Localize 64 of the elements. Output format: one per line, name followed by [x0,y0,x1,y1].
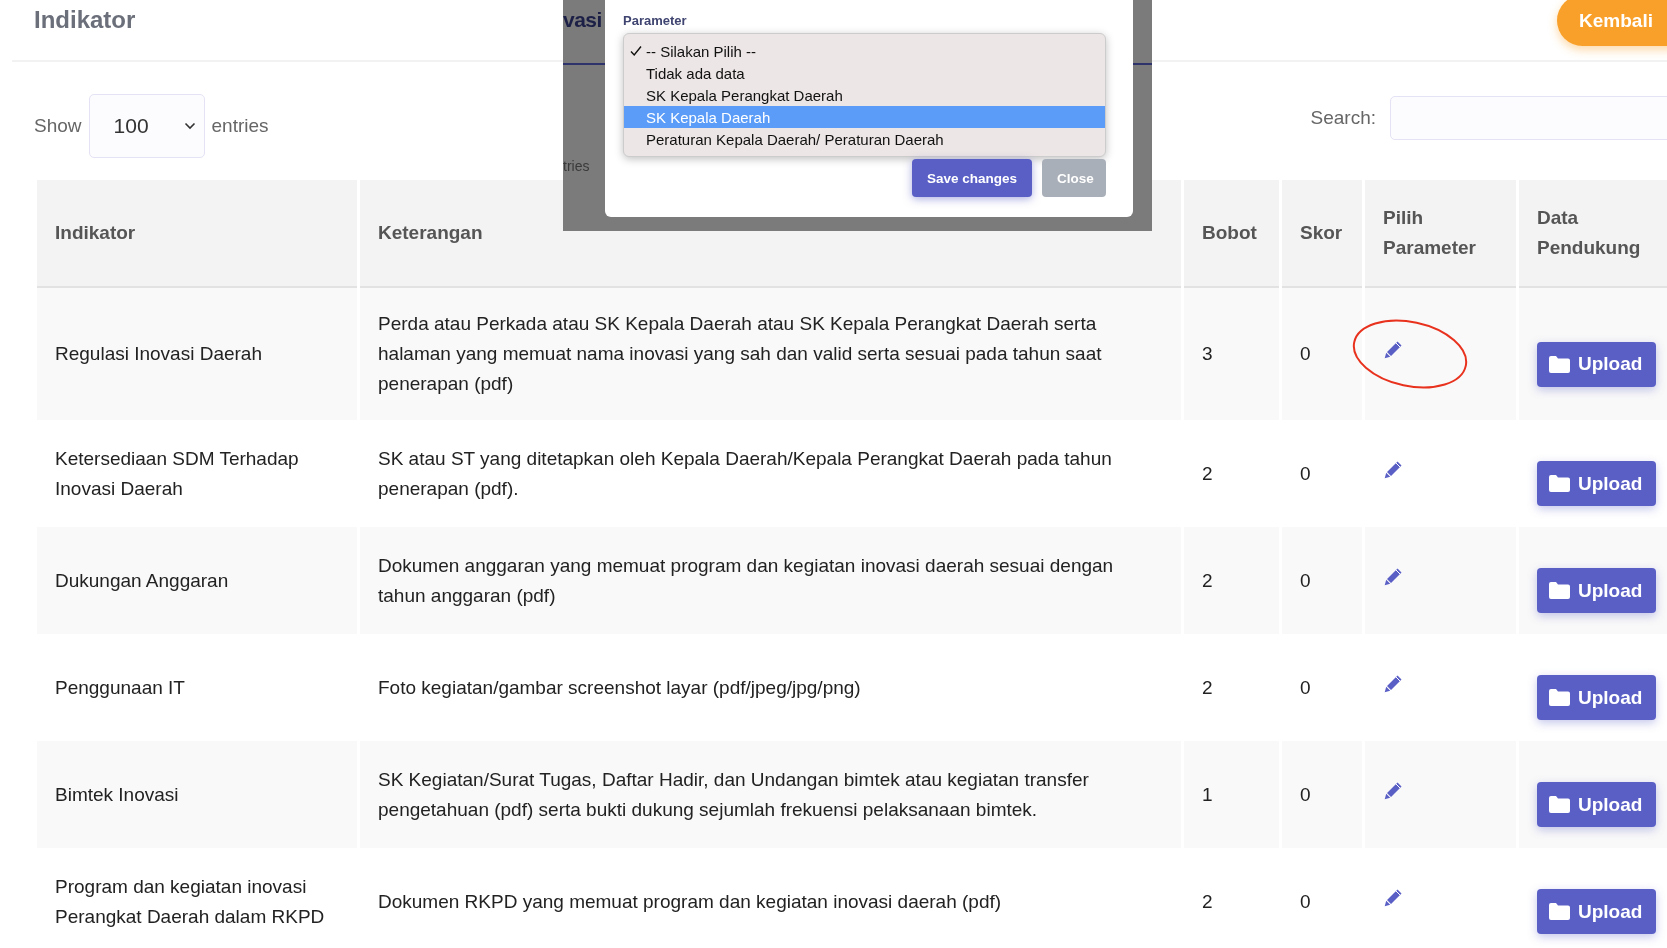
weight-cell: 1 [1202,783,1213,805]
description-cell: Foto kegiatan/gambar screenshot layar (pdf/jpeg/jpg/png) [378,676,861,698]
score-cell: 0 [1300,890,1311,912]
backdrop-text: tries [563,158,590,174]
upload-button[interactable]: Upload [1537,675,1657,720]
indicator-cell: Bimtek Inovasi [55,783,179,805]
show-label: Show [34,115,82,137]
description-cell: Dokumen anggaran yang memuat program dan kegiatan inovasi daerah sesuai dengan tahun anggaran (pdf) [378,554,1114,606]
upload-button[interactable]: Upload [1537,889,1657,934]
upload-button[interactable]: Upload [1537,782,1657,827]
description-cell: SK atau ST yang ditetapkan oleh Kepala Daerah/Kepala Perangkat Daerah pada tahun penerapan (pdf). [378,447,1112,499]
indicator-cell: Program dan kegiatan inovasi Perangkat Daerah dalam RKPD [55,875,325,927]
indicator-cell: Ketersediaan SDM Terhadap Inovasi Daerah [55,447,299,499]
score-cell: 0 [1300,676,1311,698]
upload-button[interactable]: Upload [1537,341,1657,387]
score-cell: 0 [1300,462,1311,484]
dropdown-option[interactable]: SK Kepala Perangkat Daerah [624,84,1105,106]
search-label: Search: [1310,107,1376,129]
column-header: Skor [1300,222,1343,243]
score-cell: 0 [1300,569,1311,591]
weight-cell: 2 [1202,890,1213,912]
folder-icon [1549,903,1570,920]
score-cell: 0 [1300,783,1311,805]
pencil-icon[interactable] [1383,340,1403,360]
description-cell: SK Kegiatan/Surat Tugas, Daftar Hadir, dan Undangan bimtek atau kegiatan transfer pengetahuan (pdf) serta bukti dukung sejumlah frekuensi pelaksanaan bimtek. [378,768,1089,820]
column-header: Data Pendukung [1537,207,1641,258]
pencil-icon[interactable] [1383,566,1403,587]
entries-select[interactable]: 100 [88,94,205,158]
upload-button[interactable]: Upload [1537,461,1657,506]
dropdown-option[interactable]: SK Kepala Daerah [624,106,1105,128]
weight-cell: 3 [1202,343,1213,364]
indicator-cell: Penggunaan IT [55,676,185,698]
entries-label: entries [211,115,269,137]
folder-icon [1549,475,1570,492]
column-header: Bobot [1202,222,1257,243]
field-label: Parameter [623,13,687,28]
pencil-icon[interactable] [1383,887,1403,908]
indicator-cell: Regulasi Inovasi Daerah [55,343,262,364]
folder-icon [1549,582,1570,599]
description-cell: Dokumen RKPD yang memuat program dan kegiatan inovasi daerah (pdf) [378,890,1002,912]
column-header: Keterangan [378,222,483,243]
search-field[interactable] [1390,96,1667,140]
pencil-icon[interactable] [1383,459,1403,480]
folder-icon [1549,689,1570,706]
chevron-icon [183,122,196,130]
pencil-icon[interactable] [1383,780,1403,801]
column-header: Pilih Parameter [1383,207,1476,258]
dropdown-option[interactable]: Tidak ada data [624,62,1105,84]
description-cell: Perda atau Perkada atau SK Kepala Daerah atau SK Kepala Perangkat Daerah serta halaman yang memuat nama inovasi yang sah dan valid serta sesuai pada tahun saat penerapan (pdf) [378,313,1102,394]
page-title: Indikator [34,6,136,34]
indicator-cell: Dukungan Anggaran [55,569,229,591]
weight-cell: 2 [1202,462,1213,484]
pencil-icon[interactable] [1383,673,1403,694]
dropdown-option[interactable]: Peraturan Kepala Daerah/ Peraturan Daerah [624,128,1105,150]
column-header: Indikator [55,222,136,243]
score-cell: 0 [1300,343,1311,364]
backdrop-heading: vasi [563,8,602,32]
folder-icon [1549,355,1570,373]
weight-cell: 2 [1202,676,1213,698]
weight-cell: 2 [1202,569,1213,591]
upload-button[interactable]: Upload [1537,568,1657,613]
folder-icon [1549,796,1570,813]
save-button[interactable]: Save changes [912,159,1033,197]
dropdown-option[interactable]: -- Silakan Pilih -- [624,40,1105,62]
